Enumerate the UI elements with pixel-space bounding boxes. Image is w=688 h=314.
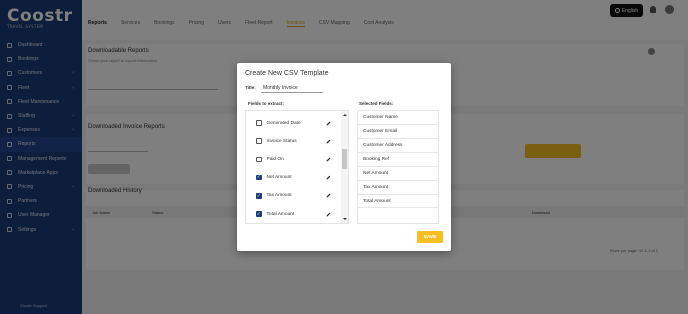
pencil-icon[interactable] xyxy=(326,193,331,198)
selected-field-item[interactable]: Customer Name xyxy=(358,110,438,124)
field-item[interactable]: Generated Date xyxy=(246,114,342,132)
field-checkbox[interactable]: ✓ xyxy=(256,211,262,217)
selected-field-item[interactable]: Customer Address xyxy=(358,138,438,152)
field-item[interactable]: Invoice Status xyxy=(246,132,342,150)
field-label: Tax Amount xyxy=(266,193,292,199)
field-checkbox[interactable]: ✓ xyxy=(256,193,262,199)
field-label: Invoice Status xyxy=(266,138,297,144)
dialog-title: Create New CSV Template xyxy=(245,70,329,77)
selected-field-item[interactable]: Booking Ref xyxy=(358,152,438,166)
create-csv-template-dialog: Create New CSV Template Title: Fields to… xyxy=(237,63,451,251)
title-label: Title: xyxy=(245,85,256,90)
field-checkbox[interactable]: ✓ xyxy=(256,175,262,181)
pencil-icon[interactable] xyxy=(326,121,331,126)
selected-field-item[interactable]: Net Amount xyxy=(358,166,438,180)
field-checkbox[interactable] xyxy=(256,138,262,144)
field-label: Net Amount xyxy=(266,175,292,181)
selected-field-item[interactable]: Tax Amount xyxy=(358,180,438,194)
selected-fields-list: Customer Name Customer Email Customer Addr… xyxy=(357,110,439,224)
fields-list: Generated Date Invoice Status Paid On ✓ Net … xyxy=(245,110,349,224)
selected-field-item[interactable]: Customer Email xyxy=(358,124,438,138)
field-label: Total Amount xyxy=(266,211,295,217)
field-item[interactable]: ✓ Total Amount xyxy=(246,205,342,223)
selected-fields-heading: Selected Fields: xyxy=(359,101,394,106)
field-label: Generated Date xyxy=(266,120,301,126)
field-item[interactable]: ✓ Net Amount xyxy=(246,169,342,187)
field-label: Paid On xyxy=(266,156,284,162)
scrollbar-thumb[interactable] xyxy=(342,149,347,169)
field-item[interactable]: Paid On xyxy=(246,150,342,168)
pencil-icon[interactable] xyxy=(326,175,331,180)
selected-field-item[interactable]: Total Amount xyxy=(358,194,438,208)
field-checkbox[interactable] xyxy=(256,156,262,163)
scroll-up-arrow-icon[interactable] xyxy=(342,114,347,116)
pencil-icon[interactable] xyxy=(326,212,331,217)
field-checkbox[interactable] xyxy=(256,120,262,126)
title-input[interactable] xyxy=(261,83,323,93)
fields-to-extract-heading: Fields to extract: xyxy=(248,101,285,106)
pencil-icon[interactable] xyxy=(326,139,331,144)
scroll-down-arrow-icon[interactable] xyxy=(342,218,347,220)
scrollbar[interactable] xyxy=(341,111,348,223)
save-button[interactable]: SAVE xyxy=(417,231,443,243)
field-item[interactable]: ✓ Tax Amount xyxy=(246,187,342,205)
pencil-icon[interactable] xyxy=(326,157,331,162)
